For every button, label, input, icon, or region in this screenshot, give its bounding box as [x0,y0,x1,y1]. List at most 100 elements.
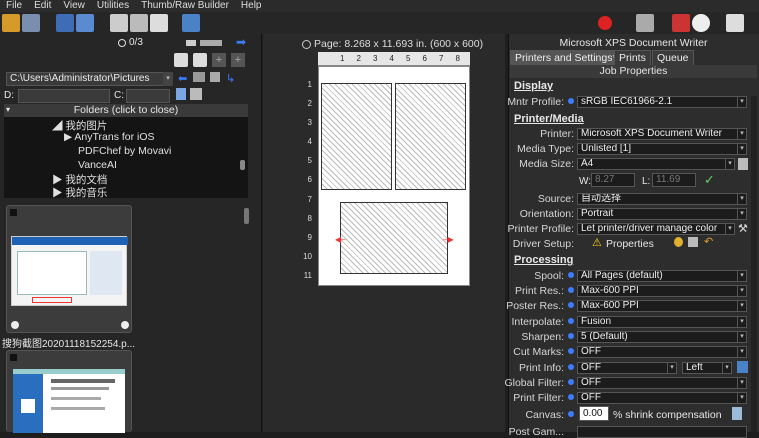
menu-file[interactable]: File [6,0,22,12]
setting-dot [568,272,574,278]
field-value: Fusion [581,316,612,327]
chevron-down-icon: ▾ [725,159,734,169]
interpolate-select[interactable]: Fusion ▾ [577,316,747,328]
print-filter-select[interactable]: OFF ▾ [577,392,747,404]
field-value: Left [686,362,703,373]
setting-dot [568,302,574,308]
checkmark-icon: ✓ [704,172,715,187]
width-field[interactable]: 8.27 [591,173,635,187]
printer-profile-select[interactable]: Let printer/driver manage color ▾ [577,223,735,235]
width-label: W: [579,176,592,187]
media-type-label: Media Type: [516,143,574,155]
cut-marks-select[interactable]: OFF ▾ [577,346,747,358]
tab-printers-and-settings[interactable]: Printers and Settings* [510,50,622,65]
chevron-down-icon: ▾ [667,363,676,373]
thumbnail-size-icon[interactable] [186,40,196,46]
printer-icon[interactable] [636,14,654,32]
post-gamma-select[interactable] [577,426,747,438]
arrow-right-icon[interactable]: ➡ [236,36,250,48]
orientation-select[interactable]: Portrait ▾ [577,208,747,220]
job-properties-header[interactable]: Job Properties [510,65,757,78]
length-field[interactable]: 11.69 [652,173,696,187]
path-dropdown-arrow[interactable]: ▾ [163,72,173,86]
media-size-edit-icon[interactable] [738,158,748,170]
tree-arrow-icon[interactable]: ↳ [226,72,235,85]
save-icon[interactable] [22,14,40,32]
print-info-select[interactable]: OFF ▾ [577,362,677,374]
media-size-select[interactable]: A4 ▾ [577,158,735,170]
radio-icon[interactable] [118,39,126,47]
wrench-icon[interactable]: ⚒ [738,222,748,235]
clock-icon[interactable] [692,14,710,32]
poster-res-select[interactable]: Max-600 PPI ▾ [577,300,747,312]
tab-prints[interactable]: Prints [614,50,651,65]
menu-thumb-raw-builder[interactable]: Thumb/Raw Builder [141,0,229,12]
chevron-down-icon: ▾ [737,271,746,281]
image-icon[interactable] [56,14,74,32]
printer-select[interactable]: Microsoft XPS Document Writer ▾ [577,128,747,140]
chevron-down-icon: ▾ [737,347,746,357]
add-icon[interactable]: + [231,53,245,67]
left-ruler-labels: 1 2 3 4 5 6 7 8 9 10 11 [298,80,312,280]
mntr-profile-label: Mntr Profile: [507,96,564,108]
canvas-field[interactable]: 0.00 [579,406,609,421]
printer-media-section-header: Printer/Media [514,113,584,125]
ruler-tick: 10 [303,251,312,261]
menu-edit[interactable]: Edit [34,0,51,12]
menu-help[interactable]: Help [241,0,262,12]
page-radio-icon[interactable] [302,40,311,49]
refresh-icon[interactable] [193,53,207,67]
ruler-tick: 2 [356,54,361,63]
menu-utilities[interactable]: Utilities [97,0,129,12]
page-info: Page: 8.268 x 11.693 in. (600 x 600) [314,38,484,50]
chevron-down-icon: ▾ [737,129,746,139]
print-info-edit-icon[interactable] [737,361,748,373]
field-value: A4 [581,158,594,169]
tab-queue[interactable]: Queue [652,50,694,65]
settings-icon[interactable] [76,14,94,32]
field-value: sRGB IEC61966-2.1 [581,96,673,107]
print-info-position-select[interactable]: Left ▾ [682,362,732,374]
ruler-tick: 3 [373,54,378,63]
global-filter-select[interactable]: OFF ▾ [577,377,747,389]
sharpen-select[interactable]: 5 (Default) ▾ [577,331,747,343]
warning-icon: ⚠ [592,237,602,249]
copies-icon[interactable] [130,14,148,32]
plus-icon[interactable]: + [212,53,226,67]
list-view-icon[interactable] [193,72,205,82]
path-field[interactable]: C:\Users\Administrator\Pictures [6,72,166,86]
back-icon[interactable]: ⬅ [178,72,187,85]
canvas-icon[interactable] [732,407,742,420]
open-folder-icon[interactable] [2,14,20,32]
print-res-label: Print Res.: [514,285,564,297]
fire-icon[interactable] [672,14,690,32]
page-layout-icon[interactable] [110,14,128,32]
folder-up-icon[interactable] [174,53,188,67]
field-value: 自动选择 [581,193,621,204]
undo-icon[interactable]: ↶ [704,235,713,248]
layers-icon[interactable] [150,14,168,32]
grid-icon[interactable] [182,14,200,32]
chevron-down-icon: ▾ [737,144,746,154]
chevron-down-icon: ▾ [737,317,746,327]
v-logo-icon[interactable] [598,16,612,30]
source-select[interactable]: 自动选择 ▾ [577,193,747,205]
field-value: OFF [581,362,601,373]
field-value: OFF [581,346,601,357]
sort-icon[interactable] [210,72,220,82]
print-res-select[interactable]: Max-600 PPI ▾ [577,285,747,297]
setting-dot [568,318,574,324]
chevron-down-icon: ▾ [722,363,731,373]
media-type-select[interactable]: Unlisted [1] ▾ [577,143,747,155]
field-value: Unlisted [1] [581,143,632,154]
mntr-profile-select[interactable]: sRGB IEC61966-2.1 ▾ [577,96,747,108]
driver-icon[interactable] [674,237,683,247]
settings-scrollbar[interactable] [751,96,757,432]
spool-select[interactable]: All Pages (default) ▾ [577,270,747,282]
slider-icon[interactable] [200,40,222,46]
menu-view[interactable]: View [63,0,85,12]
properties-button[interactable]: Properties [606,238,654,250]
print-info-label: Print Info: [519,362,564,374]
window-icon[interactable] [726,14,744,32]
printer-small-icon[interactable] [688,237,698,247]
